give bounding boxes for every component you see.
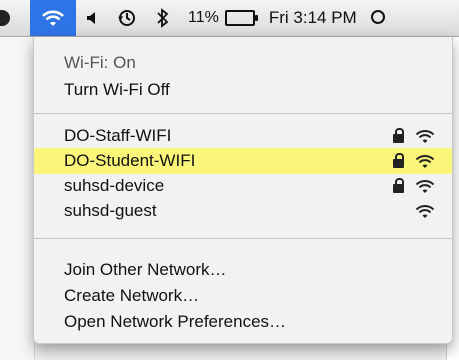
menu-action-label: Open Network Preferences… [64,312,287,331]
wifi-signal-icon [415,180,435,193]
menu-action-label: Join Other Network… [64,260,227,279]
menu-action-label: Create Network… [64,286,200,305]
network-item-suhsd-guest[interactable]: suhsd-guest [34,198,452,224]
turn-wifi-off-label: Turn Wi-Fi Off [64,80,170,99]
menu-bar: 11% Fri 3:14 PM [0,0,459,37]
wifi-signal-icon [415,155,435,168]
join-other-network-item[interactable]: Join Other Network… [34,257,452,283]
network-name: suhsd-guest [64,201,157,220]
open-network-preferences-item[interactable]: Open Network Preferences… [34,309,452,335]
network-item-do-student-wifi[interactable]: DO-Student-WIFI [34,148,452,174]
battery-percent: 11% [188,9,219,26]
menu-separator [34,238,452,239]
wifi-signal-icon [415,130,435,143]
spotlight-icon [370,10,385,24]
clock-label: Fri 3:14 PM [268,8,357,27]
network-name: DO-Student-WIFI [64,151,196,170]
network-name: DO-Staff-WIFI [64,126,172,145]
lock-icon [393,128,404,143]
wifi-status-item[interactable] [30,0,76,36]
time-machine-icon [118,10,135,26]
turn-wifi-off-item[interactable]: Turn Wi-Fi Off [34,77,452,103]
bluetooth-icon [157,8,169,28]
clock-item[interactable]: Fri 3:14 PM [269,0,357,36]
network-name: suhsd-device [64,176,165,195]
network-item-do-staff-wifi[interactable]: DO-Staff-WIFI [34,123,452,149]
lock-icon [393,153,404,168]
create-network-item[interactable]: Create Network… [34,283,452,309]
menu-separator [34,113,452,114]
menu-bar-item-cut [0,10,10,26]
network-item-suhsd-device[interactable]: suhsd-device [34,173,452,199]
volume-status-item[interactable] [76,0,108,36]
battery-status-item[interactable]: 11% [188,0,258,36]
wifi-status-text: Wi-Fi: On [64,53,136,72]
background-left-panel [0,36,35,360]
wifi-menu: Wi-Fi: On Turn Wi-Fi Off DO-Staff-WIFI D… [33,37,453,344]
battery-icon [224,10,258,26]
lock-icon [393,178,404,193]
bluetooth-status-item[interactable] [146,0,180,36]
time-machine-status-item[interactable] [108,0,146,36]
spotlight-item[interactable] [369,0,387,36]
wifi-signal-icon [415,205,435,218]
wifi-status-row: Wi-Fi: On [34,50,452,76]
wifi-icon [42,10,64,26]
volume-icon [87,12,95,24]
